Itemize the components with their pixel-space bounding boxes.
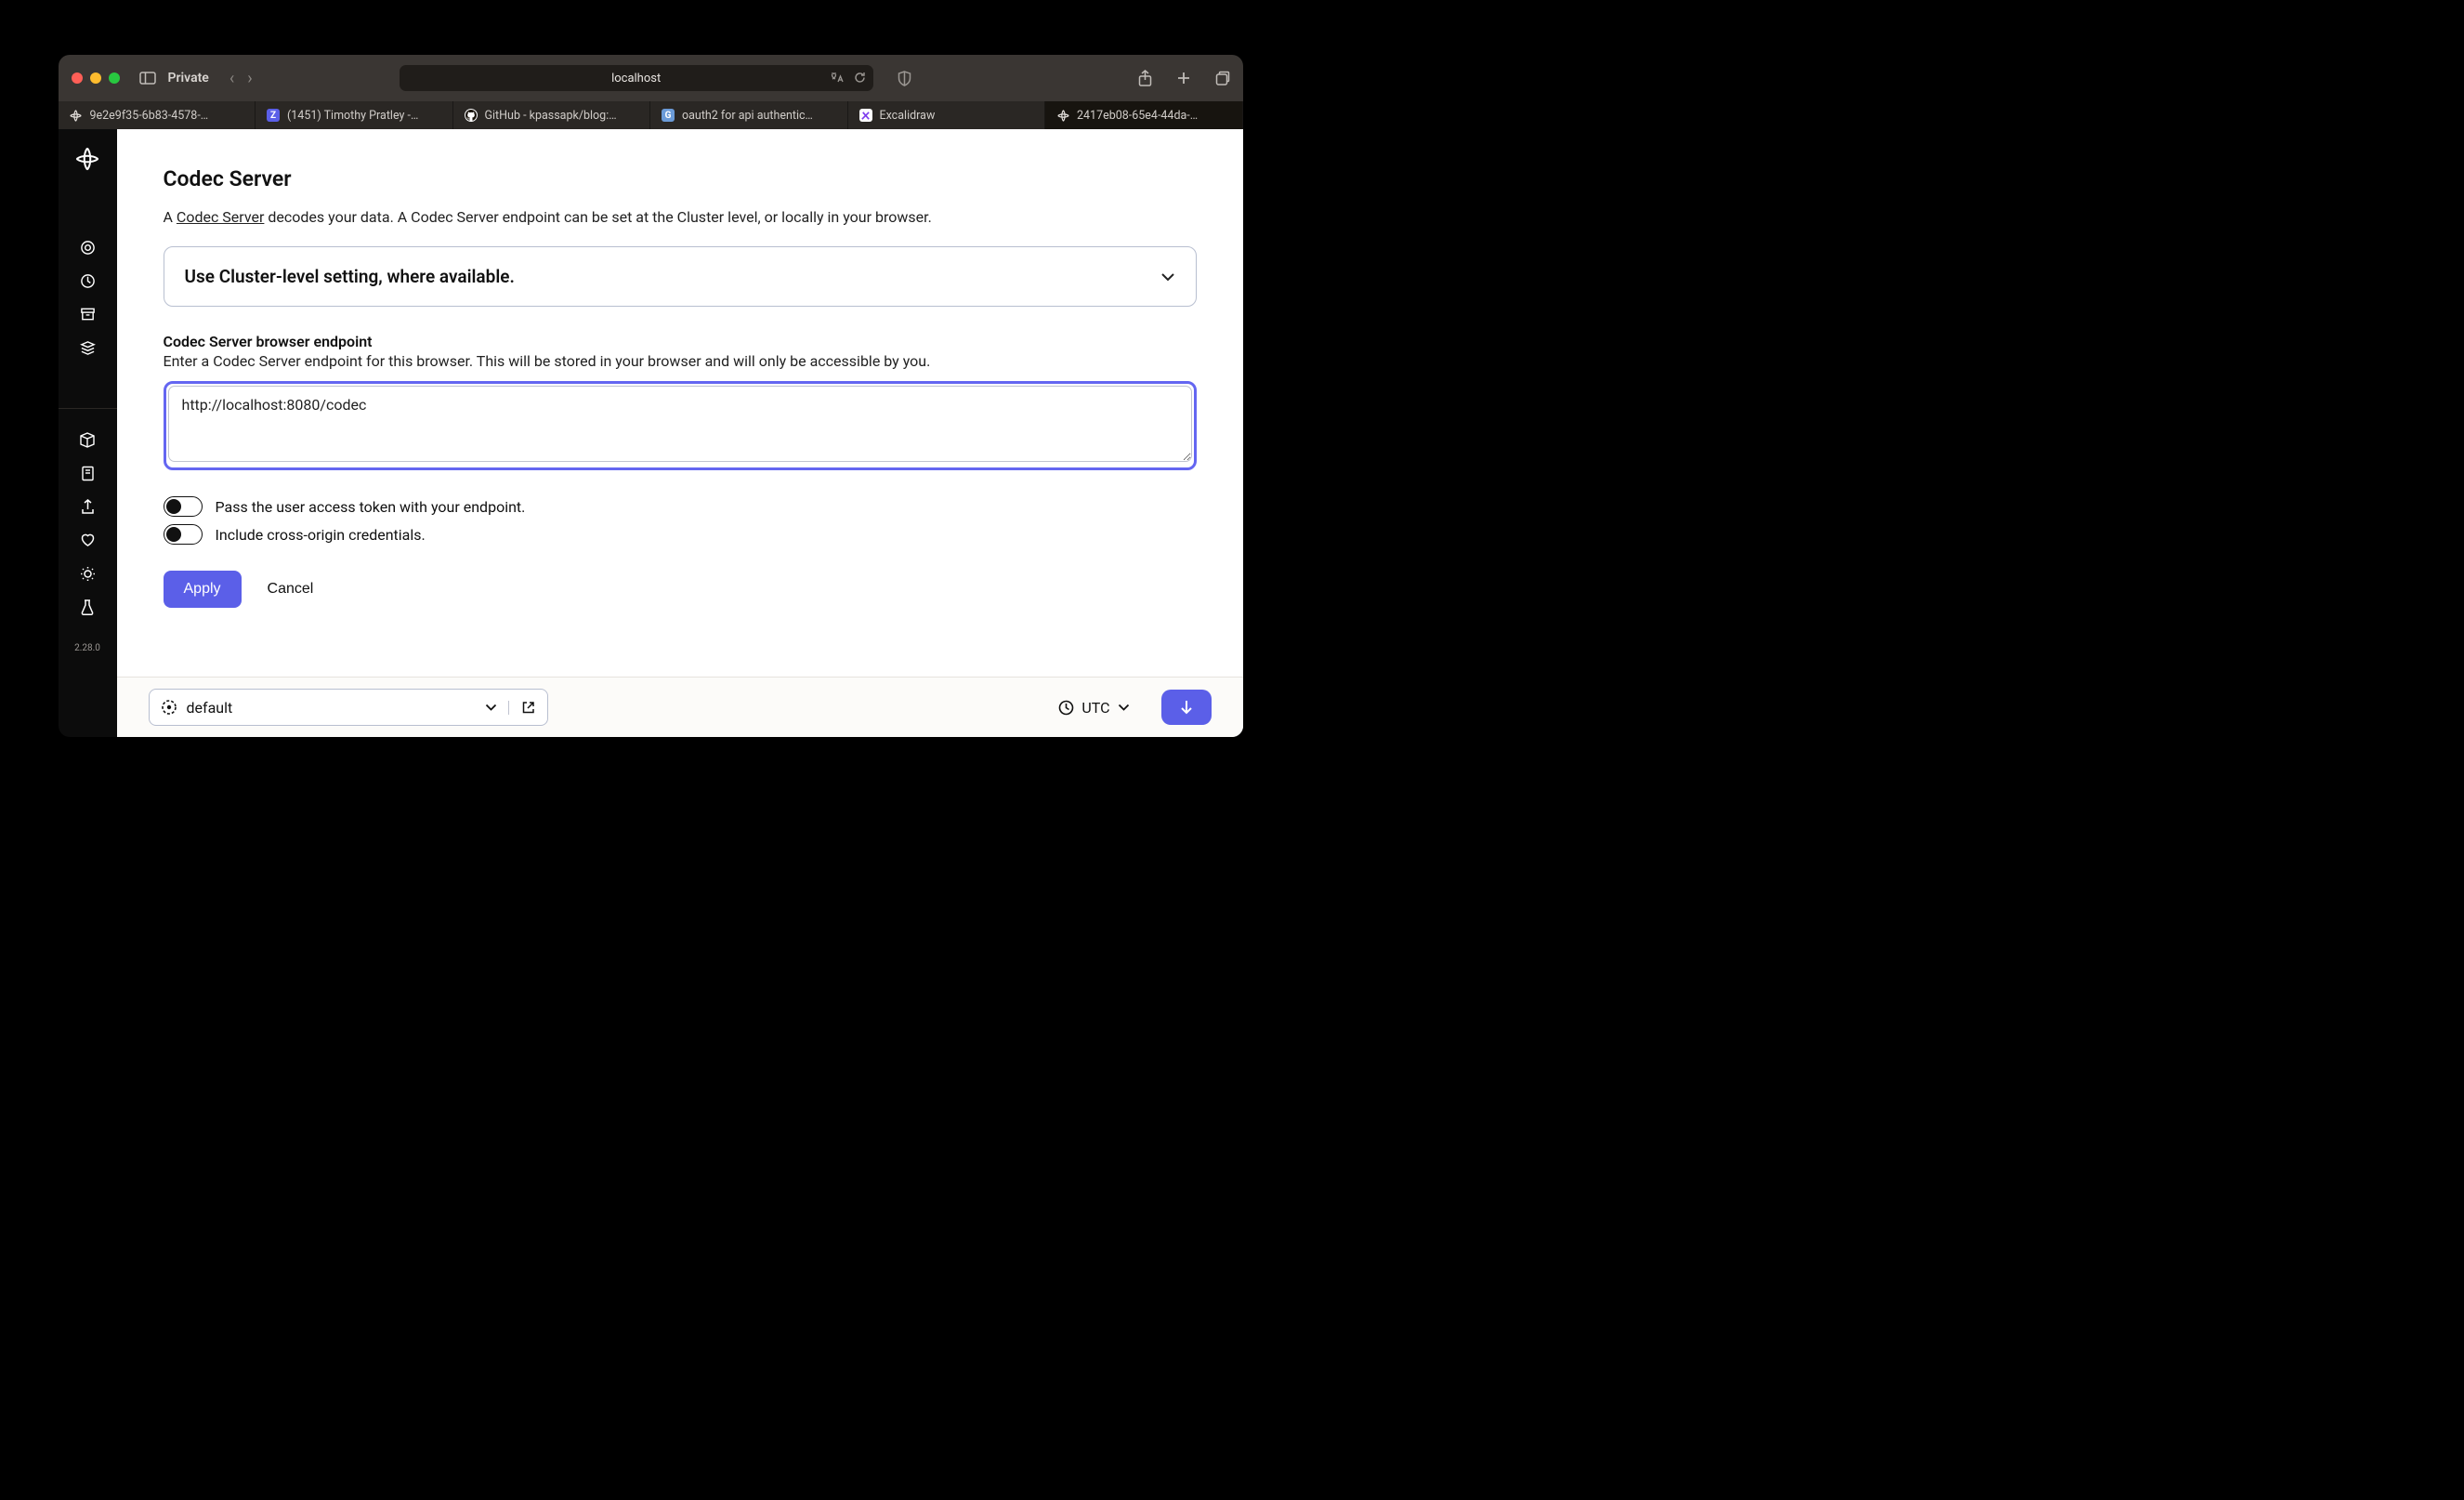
zulip-favicon-icon: Z xyxy=(267,109,280,122)
cross-origin-toggle[interactable] xyxy=(164,524,203,545)
tab-label: 2417eb08-65e4-44da-… xyxy=(1077,109,1198,123)
namespace-icon xyxy=(161,699,177,716)
pass-token-label: Pass the user access token with your end… xyxy=(216,498,526,516)
address-bar[interactable]: localhost xyxy=(400,65,873,91)
clock-icon xyxy=(1058,700,1074,716)
tab-active[interactable]: 2417eb08-65e4-44da-… xyxy=(1045,101,1243,129)
browser-toolbar: Private ‹ › localhost xyxy=(59,55,1243,101)
timezone-selector[interactable]: UTC xyxy=(1058,699,1129,717)
tab-overview-icon[interactable] xyxy=(1215,71,1230,86)
translate-icon[interactable] xyxy=(830,72,845,85)
tab[interactable]: Excalidraw xyxy=(848,101,1046,129)
namespace-open-button[interactable] xyxy=(508,701,547,715)
tab[interactable]: G oauth2 for api authentic… xyxy=(650,101,848,129)
chevron-down-icon xyxy=(485,704,497,711)
workflows-icon[interactable] xyxy=(79,239,96,256)
page-title: Codec Server xyxy=(164,166,1197,191)
temporal-favicon-icon xyxy=(70,109,83,122)
schedules-icon[interactable] xyxy=(79,272,96,289)
namespace-selector: default xyxy=(149,689,548,726)
tab-label: (1451) Timothy Pratley -… xyxy=(287,109,418,123)
app-sidebar: 2.28.0 xyxy=(59,129,117,737)
tab-label: 9e2e9f35-6b83-4578-… xyxy=(90,109,209,123)
browser-window: Private ‹ › localhost xyxy=(59,55,1243,737)
box-icon[interactable] xyxy=(79,431,96,448)
chevron-down-icon xyxy=(1160,272,1175,282)
temporal-logo-icon[interactable] xyxy=(74,146,100,172)
intro-text: A Codec Server decodes your data. A Code… xyxy=(164,208,1197,226)
close-window-button[interactable] xyxy=(72,72,83,84)
chevron-down-icon xyxy=(1118,704,1130,711)
share-icon[interactable] xyxy=(1138,70,1152,86)
back-button[interactable]: ‹ xyxy=(229,69,234,88)
minimize-window-button[interactable] xyxy=(90,72,101,84)
main-panel: Codec Server A Codec Server decodes your… xyxy=(117,129,1243,737)
tab-strip: 9e2e9f35-6b83-4578-… Z (1451) Timothy Pr… xyxy=(59,101,1243,129)
tab-label: oauth2 for api authentic… xyxy=(682,109,813,123)
footer-bar: default UTC xyxy=(117,677,1243,737)
forward-button[interactable]: › xyxy=(247,69,252,88)
import-icon[interactable] xyxy=(79,498,96,515)
cancel-button[interactable]: Cancel xyxy=(268,581,314,598)
tab-label: GitHub - kpassapk/blog:… xyxy=(485,109,617,123)
endpoint-input-focus-ring xyxy=(164,381,1197,470)
google-favicon-icon: G xyxy=(662,109,675,122)
namespace-value: default xyxy=(187,699,233,717)
privacy-shield-icon[interactable] xyxy=(898,71,911,86)
tab[interactable]: 9e2e9f35-6b83-4578-… xyxy=(59,101,256,129)
namespaces-icon[interactable] xyxy=(79,339,96,356)
feedback-icon[interactable] xyxy=(79,532,96,548)
github-favicon-icon xyxy=(465,109,478,122)
scroll-down-button[interactable] xyxy=(1161,690,1212,725)
tab-label: Excalidraw xyxy=(880,109,936,123)
cluster-setting-dropdown[interactable]: Use Cluster-level setting, where availab… xyxy=(164,246,1197,307)
private-mode-label: Private xyxy=(168,71,209,86)
sidebar-toggle-icon[interactable] xyxy=(138,71,157,86)
labs-icon[interactable] xyxy=(79,599,96,615)
window-controls xyxy=(72,72,120,84)
new-tab-icon[interactable] xyxy=(1176,71,1191,86)
excalidraw-favicon-icon xyxy=(859,109,872,122)
maximize-window-button[interactable] xyxy=(109,72,120,84)
temporal-favicon-icon xyxy=(1056,109,1069,122)
pass-token-toggle[interactable] xyxy=(164,496,203,517)
timezone-value: UTC xyxy=(1081,699,1109,717)
endpoint-field-label: Codec Server browser endpoint xyxy=(164,333,1197,350)
apply-button[interactable]: Apply xyxy=(164,571,242,608)
tab[interactable]: Z (1451) Timothy Pratley -… xyxy=(256,101,453,129)
dropdown-label: Use Cluster-level setting, where availab… xyxy=(185,266,515,287)
cross-origin-label: Include cross-origin credentials. xyxy=(216,526,426,544)
namespace-dropdown[interactable]: default xyxy=(150,699,508,717)
tab[interactable]: GitHub - kpassapk/blog:… xyxy=(453,101,651,129)
archive-icon[interactable] xyxy=(79,306,96,322)
docs-icon[interactable] xyxy=(79,465,96,481)
endpoint-input[interactable] xyxy=(168,386,1192,462)
reload-icon[interactable] xyxy=(854,72,866,85)
codec-server-link[interactable]: Codec Server xyxy=(177,208,265,226)
theme-icon[interactable] xyxy=(79,565,96,582)
version-label: 2.28.0 xyxy=(74,643,100,653)
address-text: localhost xyxy=(611,72,661,86)
endpoint-field-help: Enter a Codec Server endpoint for this b… xyxy=(164,352,1197,370)
